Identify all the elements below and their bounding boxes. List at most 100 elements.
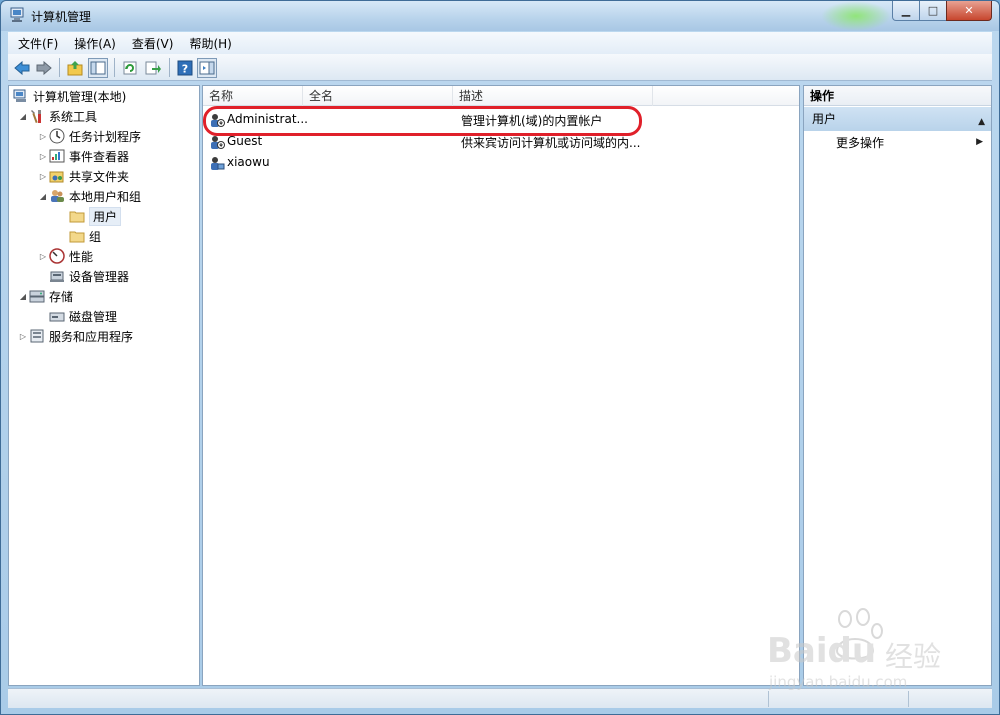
toolbar-separator	[169, 58, 170, 77]
tree-label: 本地用户和组	[69, 189, 142, 204]
tree-item-local-users-groups[interactable]: ◢ 本地用户和组	[37, 186, 141, 206]
folder-icon	[69, 231, 85, 243]
back-arrow-icon	[14, 61, 30, 75]
maximize-button[interactable]: □	[919, 1, 947, 21]
tree-item-task-scheduler[interactable]: ▷ 任务计划程序	[37, 126, 141, 146]
close-icon: ✕	[964, 4, 974, 17]
export-list-button[interactable]	[143, 58, 163, 78]
storage-icon	[29, 290, 45, 303]
cell-name: Guest	[227, 134, 263, 148]
toolbar-separator	[114, 58, 115, 77]
help-icon: ?	[177, 60, 193, 76]
title-bar[interactable]: 计算机管理 ▁ □ ✕	[1, 1, 999, 31]
tree-label: 事件查看器	[69, 149, 130, 164]
tree-item-root[interactable]: 计算机管理(本地)	[13, 86, 126, 106]
refresh-icon	[123, 61, 137, 75]
collapsed-arrow-icon[interactable]: ▷	[17, 332, 29, 341]
forward-button[interactable]	[34, 58, 54, 78]
toolbar-separator	[59, 58, 60, 77]
tree-item-groups[interactable]: 组	[69, 226, 101, 246]
tree-label: 存储	[49, 289, 74, 304]
tree-label: 计算机管理(本地)	[33, 89, 127, 104]
tree-item-device-manager[interactable]: 设备管理器	[49, 266, 129, 286]
tree-item-event-viewer[interactable]: ▷ 事件查看器	[37, 146, 129, 166]
help-button[interactable]: ?	[175, 58, 195, 78]
highlight-annotation	[203, 106, 642, 136]
column-description[interactable]: 描述	[453, 86, 653, 106]
maximize-icon: □	[927, 4, 939, 17]
more-actions-item[interactable]: 更多操作	[836, 134, 884, 152]
tree-item-services-apps[interactable]: ▷ 服务和应用程序	[17, 326, 133, 346]
minimize-button[interactable]: ▁	[892, 1, 920, 21]
menu-view[interactable]: 查看(V)	[126, 35, 180, 52]
computer-management-icon	[10, 7, 24, 22]
window-title: 计算机管理	[31, 10, 92, 24]
tree-item-users[interactable]: 用户	[69, 206, 122, 226]
forward-arrow-icon	[36, 61, 52, 75]
event-viewer-icon	[49, 149, 65, 163]
computer-management-icon	[13, 89, 26, 102]
watermark-brand: Baidu	[767, 631, 877, 671]
baidu-watermark: Baidu 经验 jingyan.baidu.com	[767, 607, 977, 697]
collapsed-arrow-icon[interactable]: ▷	[37, 252, 49, 261]
tree-label: 任务计划程序	[69, 129, 142, 144]
up-folder-icon	[67, 61, 83, 76]
actions-section-users[interactable]: 用户 ▲	[804, 107, 991, 131]
watermark-brand-cn: 经验	[885, 640, 942, 673]
cell-description: 供来宾访问计算机或访问域的内...	[461, 136, 641, 150]
disk-icon	[49, 312, 65, 322]
device-manager-icon	[50, 271, 64, 282]
tree-item-performance[interactable]: ▷ 性能	[37, 246, 93, 266]
svg-text:?: ?	[182, 63, 188, 76]
back-button[interactable]	[12, 58, 32, 78]
tree-item-disk-management[interactable]: 磁盘管理	[49, 306, 117, 326]
menu-bar: 文件(F) 操作(A) 查看(V) 帮助(H)	[8, 32, 992, 54]
collapsed-arrow-icon[interactable]: ▷	[37, 172, 49, 181]
cell-name: xiaowu	[227, 155, 270, 169]
menu-action[interactable]: 操作(A)	[68, 35, 122, 52]
tools-icon	[31, 110, 41, 124]
menu-help[interactable]: 帮助(H)	[183, 35, 237, 52]
performance-icon	[49, 248, 65, 264]
tree-label: 设备管理器	[69, 269, 130, 284]
column-fullname[interactable]: 全名	[303, 86, 453, 106]
user-icon	[211, 157, 225, 170]
up-level-button[interactable]	[65, 58, 85, 78]
action-pane[interactable]: 操作 用户 ▲ 更多操作 ▶	[803, 85, 992, 686]
tree-label: 性能	[69, 249, 94, 264]
expanded-arrow-icon[interactable]: ◢	[17, 112, 29, 121]
folder-icon	[69, 211, 85, 223]
export-list-icon	[145, 61, 161, 75]
collapse-up-icon[interactable]: ▲	[978, 110, 985, 134]
menu-file[interactable]: 文件(F)	[12, 35, 64, 52]
show-hide-tree-icon	[90, 61, 106, 75]
show-hide-tree-button[interactable]	[88, 58, 108, 78]
actions-section-label: 用户	[812, 112, 837, 126]
tree-item-storage[interactable]: ◢ 存储	[17, 286, 73, 306]
tree-label: 用户	[89, 206, 122, 226]
expanded-arrow-icon[interactable]: ◢	[17, 292, 29, 301]
result-list[interactable]: 名称 全名 描述 Administrat... 管理计算机(域)的内置帐户 Gu…	[202, 85, 800, 686]
column-name[interactable]: 名称	[203, 86, 303, 106]
tree-label: 共享文件夹	[69, 169, 130, 184]
users-group-icon	[51, 190, 64, 202]
submenu-arrow-icon: ▶	[976, 137, 983, 147]
expanded-arrow-icon[interactable]: ◢	[37, 192, 49, 201]
show-hide-action-pane-button[interactable]	[197, 58, 217, 78]
mmc-window: 计算机管理 ▁ □ ✕ 文件(F) 操作(A) 查看(V) 帮助(H) ? 计算…	[0, 0, 1000, 715]
tree-item-shared-folders[interactable]: ▷ 共享文件夹	[37, 166, 129, 186]
tree-label: 组	[89, 229, 102, 244]
shared-folder-icon	[49, 171, 64, 183]
show-hide-action-pane-icon	[199, 61, 215, 75]
watermark-url: jingyan.baidu.com	[769, 673, 908, 691]
collapsed-arrow-icon[interactable]: ▷	[37, 152, 49, 161]
close-button[interactable]: ✕	[946, 1, 992, 21]
minimize-icon: ▁	[901, 4, 911, 17]
tree-item-system-tools[interactable]: ◢ 系统工具	[17, 106, 97, 126]
refresh-button[interactable]	[120, 58, 140, 78]
tree-label: 服务和应用程序	[49, 329, 134, 344]
actions-title: 操作	[804, 86, 991, 106]
user-icon	[211, 136, 225, 149]
collapsed-arrow-icon[interactable]: ▷	[37, 132, 49, 141]
console-tree[interactable]: 计算机管理(本地) ◢ 系统工具 ▷ 任务计划程序 ▷ 事件查看器 ▷ 共享文件…	[8, 85, 200, 686]
